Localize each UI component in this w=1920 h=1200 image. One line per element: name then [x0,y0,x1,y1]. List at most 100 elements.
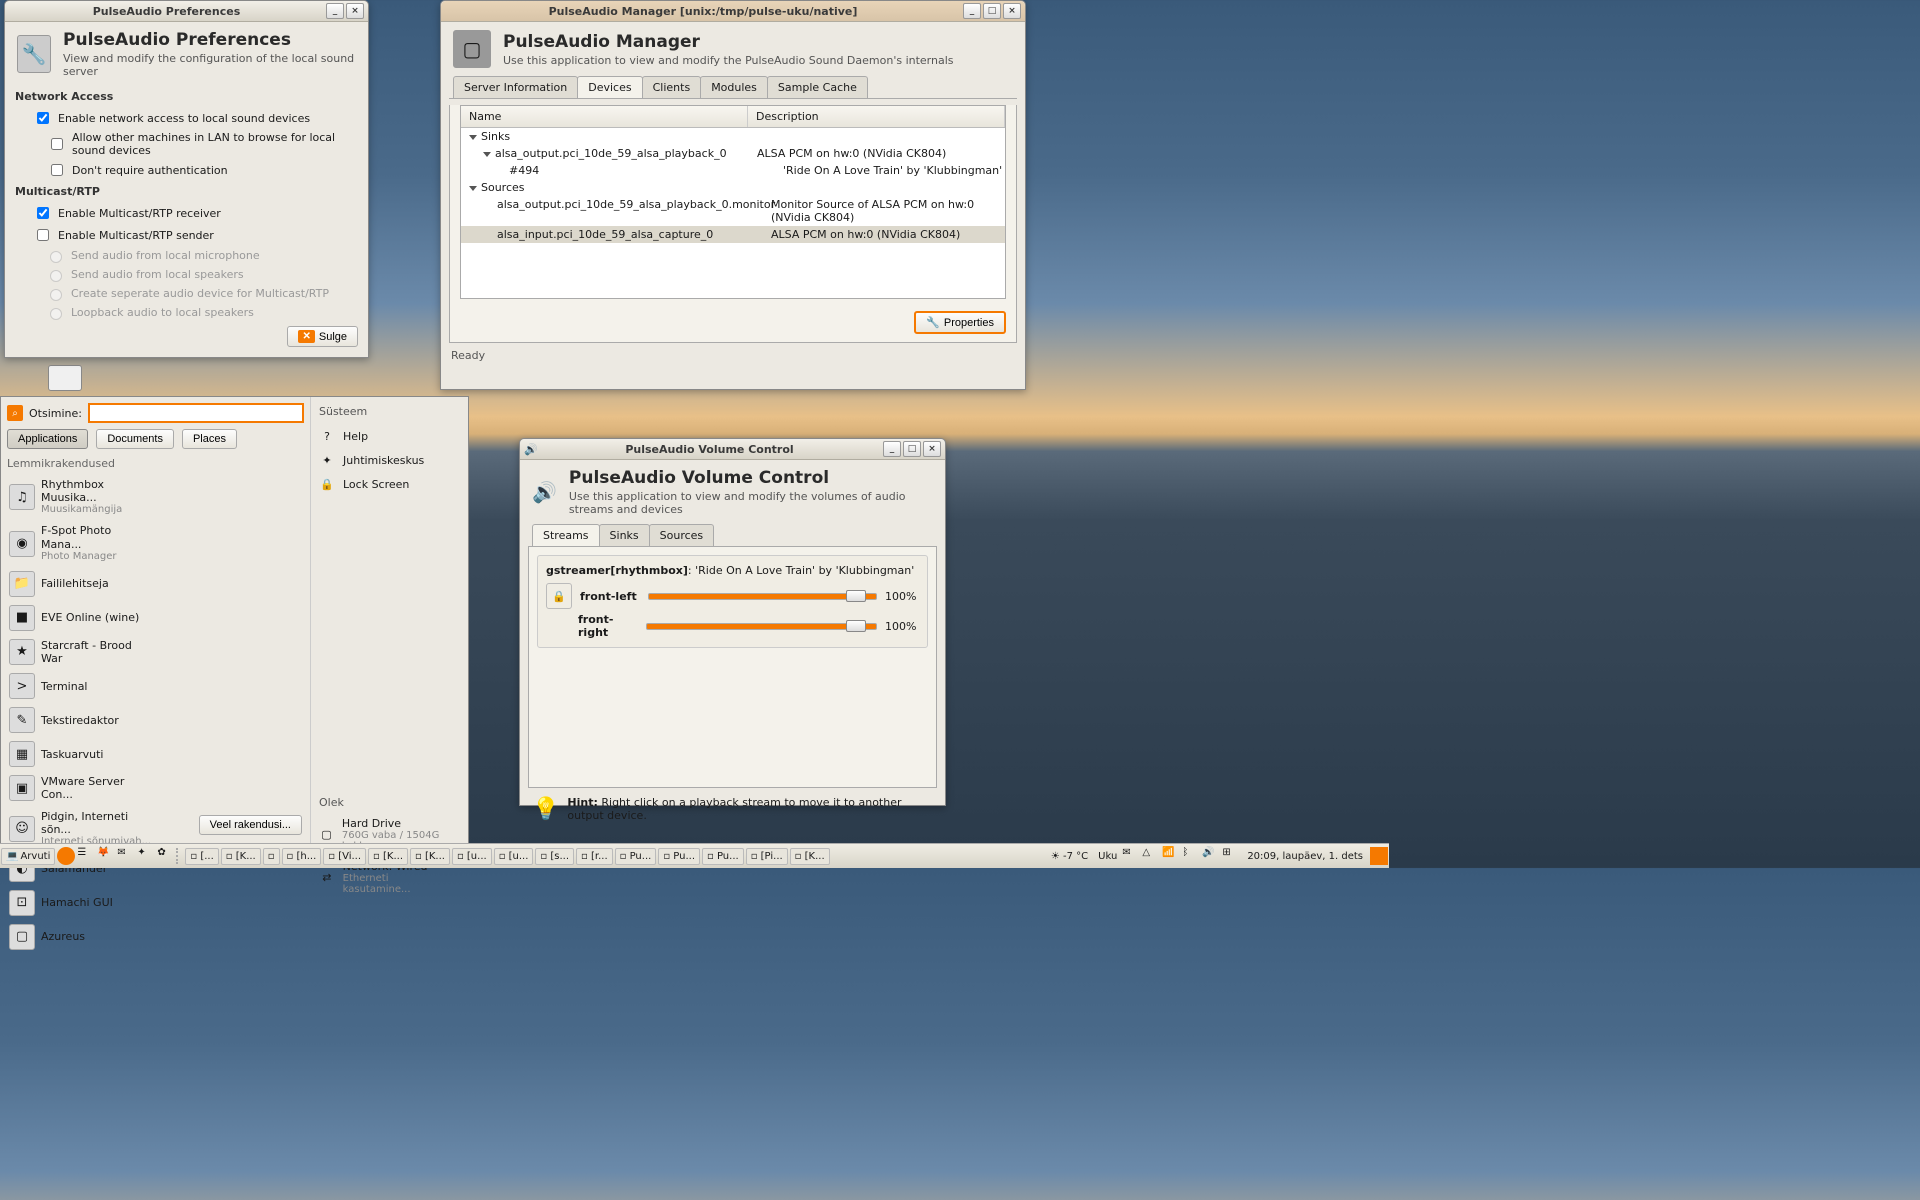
system-item[interactable]: ?Help [319,424,457,448]
chevron-down-icon [469,135,477,140]
task-button[interactable]: ▫ [K... [368,848,408,865]
prefs-titlebar[interactable]: PulseAudio Preferences _ × [5,1,368,22]
tab-places[interactable]: Places [182,429,237,449]
stream-label: gstreamer[rhythmbox]: 'Ride On A Love Tr… [546,564,919,577]
user[interactable]: Uku [1094,851,1121,862]
stream-entry[interactable]: gstreamer[rhythmbox]: 'Ride On A Love Tr… [537,555,928,648]
bluetooth-icon[interactable]: ᛒ [1182,847,1200,865]
device-row[interactable]: #494'Ride On A Love Train' by 'Klubbingm… [461,162,1005,179]
task-button[interactable]: ▫ [u... [494,848,534,865]
tab-devices[interactable]: Devices [577,76,642,98]
task-button[interactable]: ▫ [263,848,280,865]
drive-icon[interactable] [48,365,82,391]
cb-lan-browse[interactable]: Allow other machines in LAN to browse fo… [5,129,368,159]
lock-icon[interactable]: 🔒 [546,583,572,609]
system-item[interactable]: ✦Juhtimiskeskus [319,448,457,472]
tab-streams[interactable]: Streams [532,524,600,546]
tab-sinks[interactable]: Sinks [599,524,650,546]
tab-sources[interactable]: Sources [649,524,715,546]
task-button[interactable]: ▫ Pu... [615,848,657,865]
close-button-prefs[interactable]: ✕Sulge [287,326,358,347]
maximize-button[interactable]: □ [903,441,921,457]
tray-icon[interactable]: △ [1142,847,1160,865]
panel-icon[interactable]: ✦ [137,847,155,865]
col-desc[interactable]: Description [748,106,1005,127]
mgr-sub: Use this application to view and modify … [503,54,954,67]
slider-fr[interactable] [646,623,877,630]
weather[interactable]: ☀ -7 °C [1045,851,1094,862]
task-button[interactable]: ▫ [u... [452,848,492,865]
channel-fl: front-left [580,590,640,603]
task-button[interactable]: ▫ [h... [282,848,322,865]
minimize-button[interactable]: _ [326,3,344,19]
launcher-icon[interactable]: ☰ [77,847,95,865]
app-item[interactable]: ▦Taskuarvuti [7,737,156,771]
close-button[interactable]: × [923,441,941,457]
tray-icon[interactable]: 📶 [1162,847,1180,865]
task-button[interactable]: ▫ [K... [790,848,830,865]
task-button[interactable]: ▫ [K... [221,848,261,865]
cb-rtp-recv[interactable]: Enable Multicast/RTP receiver [5,202,368,224]
search-input[interactable] [88,403,304,423]
slider-thumb[interactable] [846,620,866,632]
tab-clients[interactable]: Clients [642,76,702,98]
app-icon: ☺ [9,816,35,842]
rb-separate: Create seperate audio device for Multica… [5,284,368,303]
tab-modules[interactable]: Modules [700,76,768,98]
minimize-button[interactable]: _ [963,3,981,19]
tree-sources[interactable]: Sources [461,179,1005,196]
slider-fl[interactable] [648,593,877,600]
mgr-titlebar[interactable]: PulseAudio Manager [unix:/tmp/pulse-uku/… [441,1,1025,22]
app-icon: ▢ [9,924,35,950]
close-button[interactable]: × [346,3,364,19]
tab-sample-cache[interactable]: Sample Cache [767,76,868,98]
task-button[interactable]: ▫ [s... [535,848,574,865]
tray-icon[interactable]: ✉ [1122,847,1140,865]
task-button[interactable]: ▫ [Pi... [746,848,788,865]
ubuntu-icon[interactable] [57,847,75,865]
app-item[interactable]: ⊡Hamachi GUI [7,886,156,920]
volume-icon[interactable]: 🔊 [1202,847,1220,865]
app-item[interactable]: ♫Rhythmbox Muusika...Muusikamängija [7,474,156,520]
app-item[interactable]: >Terminal [7,669,156,703]
tab-server-info[interactable]: Server Information [453,76,578,98]
minimize-button[interactable]: _ [883,441,901,457]
device-row-selected[interactable]: alsa_input.pci_10de_59_alsa_capture_0ALS… [461,226,1005,243]
app-item[interactable]: ▢Azureus [7,920,156,954]
slider-thumb[interactable] [846,590,866,602]
device-row[interactable]: alsa_output.pci_10de_59_alsa_playback_0A… [461,145,1005,162]
more-apps-button[interactable]: Veel rakendusi... [199,815,302,835]
cb-no-auth[interactable]: Don't require authentication [5,159,368,181]
task-button[interactable]: ▫ [r... [576,848,613,865]
tree-sinks[interactable]: Sinks [461,128,1005,145]
task-button[interactable]: ▫ Pu... [702,848,744,865]
system-item[interactable]: 🔒Lock Screen [319,472,457,496]
col-name[interactable]: Name [461,106,748,127]
app-item[interactable]: 📁Faililehitseja [7,567,156,601]
shutdown-icon[interactable] [1370,847,1388,865]
vol-titlebar[interactable]: 🔊 PulseAudio Volume Control _ □ × [520,439,945,460]
device-row[interactable]: alsa_output.pci_10de_59_alsa_playback_0.… [461,196,1005,226]
mail-icon[interactable]: ✉ [117,847,135,865]
maximize-button[interactable]: □ [983,3,1001,19]
panel-icon[interactable]: ✿ [157,847,175,865]
arvuti-button[interactable]: 💻Arvuti [1,848,55,865]
task-button[interactable]: ▫ [... [185,848,218,865]
task-button[interactable]: ▫ Pu... [658,848,700,865]
cb-rtp-send[interactable]: Enable Multicast/RTP sender [5,224,368,246]
app-item[interactable]: ■EVE Online (wine) [7,601,156,635]
tab-documents[interactable]: Documents [96,429,174,449]
clock[interactable]: 20:09, laupäev, 1. dets [1241,851,1369,862]
cb-net-access[interactable]: Enable network access to local sound dev… [5,107,368,129]
task-button[interactable]: ▫ [Vi... [323,848,366,865]
close-button[interactable]: × [1003,3,1021,19]
app-item[interactable]: ◉F-Spot Photo Mana...Photo Manager [7,520,156,566]
app-item[interactable]: ★Starcraft - Brood War [7,635,156,669]
properties-button[interactable]: 🔧Properties [914,311,1006,334]
task-button[interactable]: ▫ [K... [410,848,450,865]
tray-icon[interactable]: ⊞ [1222,847,1240,865]
firefox-icon[interactable]: 🦊 [97,847,115,865]
tab-applications[interactable]: Applications [7,429,88,449]
app-item[interactable]: ✎Tekstiredaktor [7,703,156,737]
app-item[interactable]: ▣VMware Server Con... [7,771,156,805]
